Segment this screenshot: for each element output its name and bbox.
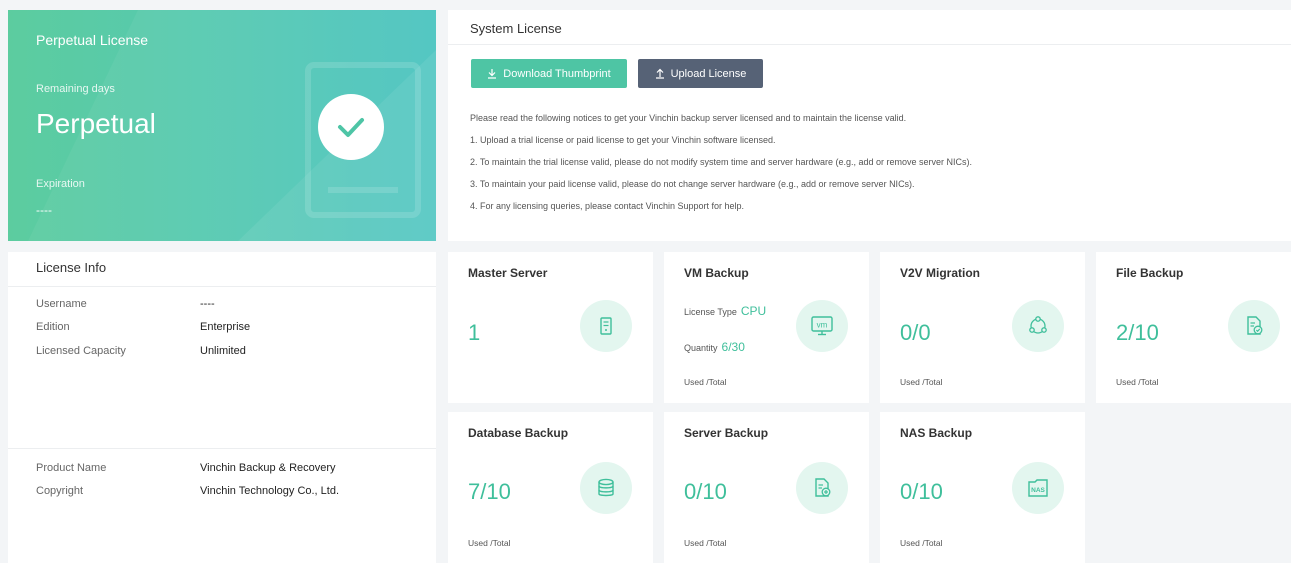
- download-thumbprint-label: Download Thumbprint: [503, 67, 611, 80]
- server-backup-count: 0/10: [684, 479, 727, 504]
- database-backup-count: 7/10: [468, 479, 511, 504]
- divider: [8, 448, 436, 449]
- server-backup-icon: [796, 462, 848, 514]
- used-total-label: Used /Total: [468, 538, 511, 548]
- database-icon: [580, 462, 632, 514]
- vm-backup-card: VM Backup License Type CPU Quantity 6/30 U…: [664, 252, 869, 403]
- notice-intro: Please read the following notices to get…: [470, 113, 907, 123]
- svg-text:NAS: NAS: [1031, 487, 1045, 494]
- download-icon: [488, 69, 497, 79]
- used-total-label: Used /Total: [684, 538, 727, 548]
- divider: [8, 286, 436, 287]
- migration-cycle-icon: [1012, 300, 1064, 352]
- license-info-title: License Info: [36, 260, 107, 275]
- svg-text:vm: vm: [817, 321, 828, 330]
- edition-label: Edition: [36, 321, 70, 333]
- notice-item: 2. To maintain the trial license valid, …: [470, 157, 973, 167]
- remaining-days-label: Remaining days: [36, 83, 115, 95]
- file-backup-card: File Backup 2/10 Used /Total: [1096, 252, 1291, 403]
- server-icon: [580, 300, 632, 352]
- used-total-label: Used /Total: [684, 377, 727, 387]
- copyright-value: Vinchin Technology Co., Ltd.: [200, 485, 340, 497]
- file-check-icon: [1228, 300, 1280, 352]
- database-backup-card: Database Backup 7/10 Used /Total: [448, 412, 653, 563]
- v2v-migration-title: V2V Migration: [900, 266, 981, 280]
- server-backup-card: Server Backup 0/10 Used /Total: [664, 412, 869, 563]
- copyright-row: Copyright Vinchin Technology Co., Ltd.: [36, 485, 339, 497]
- license-info-panel: License Info Username ---- Edition Enterpr…: [8, 252, 436, 563]
- used-total-label: Used /Total: [900, 377, 943, 387]
- quantity-row: Quantity 6/30: [684, 340, 745, 354]
- capacity-row: Licensed Capacity Unlimited: [36, 345, 246, 357]
- used-total-label: Used /Total: [1116, 377, 1159, 387]
- product-row: Product Name Vinchin Backup & Recovery: [36, 462, 336, 474]
- used-total-label: Used /Total: [900, 538, 943, 548]
- database-backup-title: Database Backup: [468, 426, 569, 440]
- file-backup-title: File Backup: [1116, 266, 1184, 280]
- notice-item: 4. For any licensing queries, please con…: [470, 201, 744, 211]
- master-server-count: 1: [468, 320, 481, 345]
- license-type-label: License Type: [684, 307, 737, 317]
- master-server-card: Master Server 1: [448, 252, 653, 403]
- upload-icon: [655, 68, 664, 79]
- vm-monitor-icon: vm: [796, 300, 848, 352]
- divider: [448, 44, 1291, 45]
- license-type-title: Perpetual License: [36, 32, 149, 48]
- download-thumbprint-button[interactable]: Download Thumbprint: [471, 59, 627, 88]
- edition-value: Enterprise: [200, 321, 251, 333]
- master-server-title: Master Server: [468, 266, 548, 280]
- license-type-value: CPU: [740, 304, 767, 318]
- file-backup-count: 2/10: [1116, 320, 1159, 345]
- edition-row: Edition Enterprise: [36, 321, 250, 333]
- system-license-panel: System License Download Thumbprint Uploa…: [448, 10, 1291, 241]
- remaining-days-value: Perpetual: [36, 108, 156, 139]
- system-license-title: System License: [470, 21, 562, 36]
- nas-backup-card: NAS Backup 0/10 Used /Total NAS: [880, 412, 1085, 563]
- server-backup-title: Server Backup: [684, 426, 769, 440]
- license-status-card: Perpetual License Remaining days Perpetu…: [8, 10, 436, 241]
- check-icon: [318, 94, 384, 160]
- username-label: Username: [36, 298, 87, 310]
- nas-icon: NAS: [1012, 462, 1064, 514]
- notice-item: 1. Upload a trial license or paid licens…: [470, 135, 776, 145]
- upload-license-button[interactable]: Upload License: [638, 59, 763, 88]
- nas-backup-title: NAS Backup: [900, 426, 973, 440]
- capacity-label: Licensed Capacity: [36, 345, 126, 357]
- vm-backup-title: VM Backup: [684, 266, 749, 280]
- capacity-value: Unlimited: [200, 345, 246, 357]
- product-label: Product Name: [36, 462, 107, 474]
- expiration-label: Expiration: [36, 178, 85, 190]
- copyright-label: Copyright: [36, 485, 84, 497]
- username-row: Username ----: [36, 298, 215, 310]
- nas-backup-count: 0/10: [900, 479, 943, 504]
- v2v-migration-count: 0/0: [900, 320, 931, 345]
- expiration-value: ----: [36, 203, 52, 217]
- quantity-label: Quantity: [684, 343, 718, 353]
- upload-license-label: Upload License: [670, 67, 747, 80]
- license-type-row: License Type CPU: [684, 304, 766, 318]
- quantity-value: 6/30: [721, 340, 745, 354]
- username-value: ----: [200, 298, 215, 310]
- product-value: Vinchin Backup & Recovery: [200, 462, 336, 474]
- notice-item: 3. To maintain your paid license valid, …: [470, 179, 915, 189]
- v2v-migration-card: V2V Migration 0/0 Used /Total: [880, 252, 1085, 403]
